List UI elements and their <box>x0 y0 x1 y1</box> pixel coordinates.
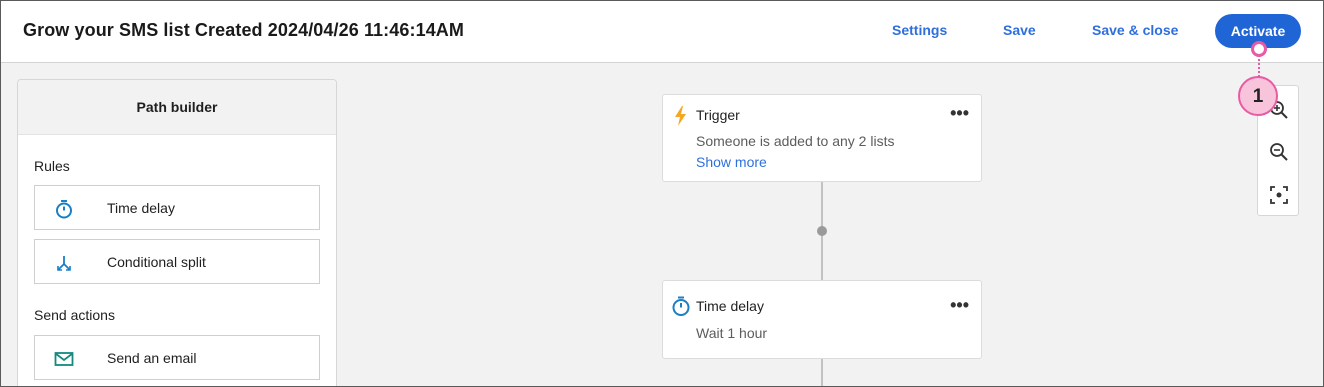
stopwatch-icon <box>53 198 75 220</box>
save-and-close-button[interactable]: Save & close <box>1092 22 1178 38</box>
time-delay-tool[interactable]: Time delay <box>34 185 320 230</box>
time-delay-tool-label: Time delay <box>107 200 175 216</box>
trigger-menu-button[interactable]: ••• <box>950 103 969 124</box>
fit-to-screen-icon[interactable] <box>1267 183 1291 207</box>
save-button[interactable]: Save <box>1003 22 1036 38</box>
page-title: Grow your SMS list Created 2024/04/26 11… <box>23 20 464 40</box>
time-delay-card[interactable]: Time delay ••• Wait 1 hour <box>662 280 982 359</box>
zoom-out-icon[interactable] <box>1267 140 1291 164</box>
send-email-tool-label: Send an email <box>107 350 197 366</box>
send-email-tool[interactable]: Send an email <box>34 335 320 380</box>
rules-section-label: Rules <box>34 158 70 174</box>
connector-line <box>821 358 823 387</box>
lightning-icon <box>671 105 691 127</box>
path-builder-panel: Path builder Rules Time delay Conditiona… <box>17 79 337 387</box>
annotation-badge: 1 <box>1238 76 1278 116</box>
show-more-link[interactable]: Show more <box>696 154 767 170</box>
top-bar: Grow your SMS list Created 2024/04/26 11… <box>0 0 1324 63</box>
conditional-split-tool-label: Conditional split <box>107 254 206 270</box>
trigger-title: Trigger <box>696 107 740 123</box>
time-delay-menu-button[interactable]: ••• <box>950 295 969 316</box>
settings-button[interactable]: Settings <box>892 22 947 38</box>
trigger-card[interactable]: Trigger ••• Someone is added to any 2 li… <box>662 94 982 182</box>
stopwatch-icon <box>671 295 691 317</box>
annotation-anchor <box>1251 41 1267 57</box>
send-actions-section-label: Send actions <box>34 307 115 323</box>
split-arrows-icon <box>53 252 75 274</box>
trigger-description: Someone is added to any 2 lists <box>696 133 895 149</box>
envelope-icon <box>53 348 75 370</box>
add-step-node[interactable] <box>817 226 827 236</box>
conditional-split-tool[interactable]: Conditional split <box>34 239 320 284</box>
time-delay-title: Time delay <box>696 298 764 314</box>
time-delay-description: Wait 1 hour <box>696 325 768 341</box>
path-builder-title: Path builder <box>18 80 336 135</box>
